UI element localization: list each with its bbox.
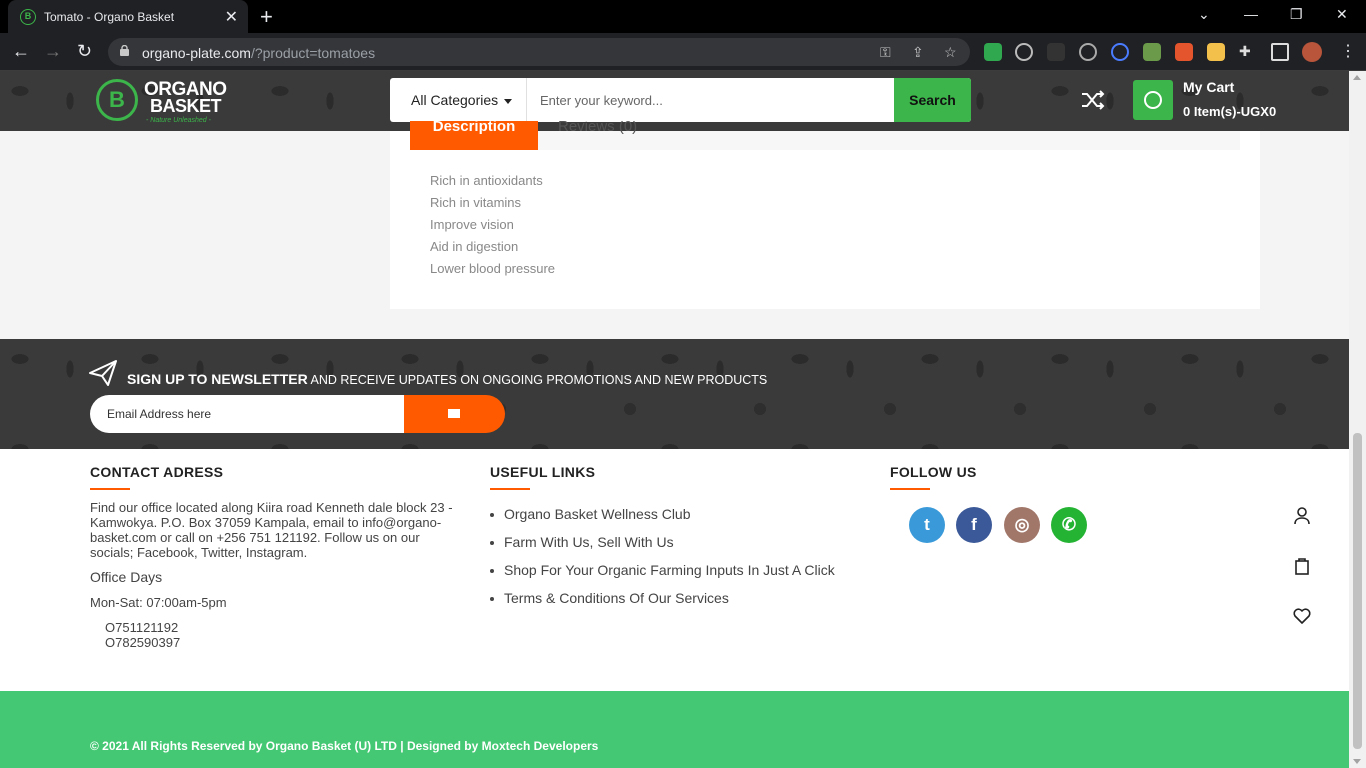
profile-avatar[interactable] bbox=[1302, 42, 1322, 62]
back-icon[interactable]: ← bbox=[12, 41, 30, 62]
search-bar: All Categories Search bbox=[390, 78, 971, 122]
footer-link-wellness-club[interactable]: Organo Basket Wellness Club bbox=[490, 506, 835, 534]
scroll-up-icon[interactable] bbox=[1353, 75, 1361, 80]
logo-b-icon: B bbox=[96, 79, 138, 121]
cart-title[interactable]: My Cart bbox=[1183, 79, 1234, 95]
tab-title: Tomato - Organo Basket bbox=[44, 10, 175, 24]
category-dropdown[interactable]: All Categories bbox=[390, 78, 527, 122]
site-favicon-icon: B bbox=[20, 9, 36, 25]
new-tab-icon[interactable]: + bbox=[260, 4, 273, 30]
contact-address: Find our office located along Kiira road… bbox=[90, 500, 453, 560]
newsletter-section: SIGN UP TO NEWSLETTER AND RECEIVE UPDATE… bbox=[0, 339, 1349, 449]
extension-shield-icon[interactable] bbox=[984, 43, 1002, 61]
tab-search-icon[interactable]: ⌄ bbox=[1198, 6, 1210, 23]
extension-note-icon[interactable] bbox=[1207, 43, 1225, 61]
newsletter-title: SIGN UP TO NEWSLETTER AND RECEIVE UPDATE… bbox=[127, 371, 768, 387]
scrollbar-thumb[interactable] bbox=[1353, 433, 1362, 749]
wishlist-heart-icon[interactable] bbox=[1292, 606, 1312, 626]
footer-link-terms[interactable]: Terms & Conditions Of Our Services bbox=[490, 590, 835, 618]
useful-links-list: Organo Basket Wellness Club Farm With Us… bbox=[490, 506, 835, 618]
heading-underline bbox=[490, 488, 530, 490]
twitter-icon[interactable]: t bbox=[909, 507, 945, 543]
extension-target-icon[interactable] bbox=[1079, 43, 1097, 61]
useful-links-heading: USEFUL LINKS bbox=[490, 464, 596, 480]
site-header: B ORGANO BASKET - Nature Unleashed - All… bbox=[0, 71, 1349, 131]
bookmark-star-icon[interactable]: ☆ bbox=[944, 44, 957, 61]
heading-underline bbox=[890, 488, 930, 490]
footer-link-farm-with-us[interactable]: Farm With Us, Sell With Us bbox=[490, 534, 835, 562]
copyright-bar: © 2021 All Rights Reserved by Organo Bas… bbox=[0, 691, 1349, 768]
newsletter-submit-button[interactable] bbox=[404, 395, 505, 433]
list-item: Rich in vitamins bbox=[430, 195, 522, 210]
minimize-icon[interactable]: — bbox=[1244, 6, 1258, 22]
address-bar[interactable]: organo-plate.com/?product=tomatoes ⚿ ⇪ ☆ bbox=[108, 38, 970, 66]
url-text: organo-plate.com/?product=tomatoes bbox=[142, 45, 376, 61]
forward-icon[interactable]: → bbox=[44, 41, 62, 62]
extension-react-icon[interactable] bbox=[1015, 43, 1033, 61]
browser-tab[interactable]: B Tomato - Organo Basket ✕ bbox=[8, 0, 248, 33]
site-logo[interactable]: B ORGANO BASKET - Nature Unleashed - bbox=[96, 79, 236, 124]
office-days-label: Office Days bbox=[90, 569, 163, 585]
search-input[interactable] bbox=[540, 78, 880, 122]
browser-toolbar: ← → ↻ organo-plate.com/?product=tomatoes… bbox=[0, 33, 1366, 71]
shuffle-compare-icon[interactable] bbox=[1080, 87, 1106, 113]
site-footer: CONTACT ADRESS Find our office located a… bbox=[0, 449, 1349, 691]
list-item: Aid in digestion bbox=[430, 239, 519, 254]
product-tabs: Description Reviews (0) bbox=[410, 121, 1240, 150]
whatsapp-icon[interactable]: ✆ bbox=[1051, 507, 1087, 543]
list-item: Lower blood pressure bbox=[430, 261, 556, 276]
phone-number: O751121192 bbox=[105, 620, 179, 635]
extension-color-icon[interactable] bbox=[1143, 43, 1161, 61]
key-icon[interactable]: ⚿ bbox=[880, 44, 891, 61]
benefits-list: Rich in antioxidants Rich in vitamins Im… bbox=[430, 173, 555, 283]
follow-us-heading: FOLLOW US bbox=[890, 464, 977, 480]
paper-plane-icon bbox=[89, 360, 117, 386]
lock-icon bbox=[120, 45, 129, 56]
list-item: Improve vision bbox=[430, 217, 514, 232]
instagram-icon[interactable]: ◎ bbox=[1004, 507, 1040, 543]
close-tab-icon[interactable]: ✕ bbox=[225, 7, 238, 27]
search-button[interactable]: Search bbox=[894, 78, 971, 122]
user-account-icon[interactable] bbox=[1292, 506, 1312, 526]
page-scrollbar[interactable] bbox=[1349, 71, 1366, 768]
category-label: All Categories bbox=[411, 92, 499, 108]
page-viewport: B ORGANO BASKET - Nature Unleashed - All… bbox=[0, 71, 1349, 768]
product-details-card: Description Reviews (0) Rich in antioxid… bbox=[390, 121, 1260, 309]
copyright-text: © 2021 All Rights Reserved by Organo Bas… bbox=[90, 739, 599, 753]
tab-description[interactable]: Description bbox=[410, 121, 538, 150]
contact-heading: CONTACT ADRESS bbox=[90, 464, 224, 480]
caret-down-icon bbox=[504, 98, 513, 104]
heading-underline bbox=[90, 488, 130, 490]
extension-rocket-icon[interactable] bbox=[1175, 43, 1193, 61]
envelope-icon bbox=[448, 409, 460, 418]
side-panel-icon[interactable] bbox=[1271, 43, 1289, 61]
reload-icon[interactable]: ↻ bbox=[77, 41, 92, 62]
extension-gear-icon[interactable] bbox=[1111, 43, 1129, 61]
logo-text-bottom: BASKET bbox=[150, 96, 222, 116]
close-window-icon[interactable]: ✕ bbox=[1336, 6, 1348, 23]
logo-tagline: - Nature Unleashed - bbox=[146, 117, 211, 124]
maximize-icon[interactable]: ❐ bbox=[1290, 6, 1303, 23]
scroll-down-icon[interactable] bbox=[1353, 759, 1361, 764]
shopping-bag-icon[interactable] bbox=[1292, 556, 1312, 576]
cart-icon bbox=[1144, 91, 1162, 109]
phone-number: O782590397 bbox=[105, 635, 181, 650]
cart-button[interactable] bbox=[1133, 80, 1173, 120]
newsletter-email-input[interactable] bbox=[90, 395, 406, 433]
tab-reviews[interactable]: Reviews (0) bbox=[558, 121, 637, 140]
phone-numbers: O751121192 O782590397 bbox=[105, 620, 180, 650]
list-item: Rich in antioxidants bbox=[430, 173, 543, 188]
extensions-puzzle-icon[interactable]: ✚ bbox=[1239, 43, 1257, 61]
cart-summary[interactable]: 0 Item(s)-UGX0 bbox=[1183, 104, 1276, 119]
browser-menu-icon[interactable]: ⋮ bbox=[1340, 41, 1356, 61]
extension-box-icon[interactable] bbox=[1047, 43, 1065, 61]
facebook-icon[interactable]: f bbox=[956, 507, 992, 543]
footer-link-farming-inputs[interactable]: Shop For Your Organic Farming Inputs In … bbox=[490, 562, 835, 590]
share-icon[interactable]: ⇪ bbox=[912, 44, 924, 61]
office-hours: Mon-Sat: 07:00am-5pm bbox=[90, 595, 227, 610]
browser-tab-bar: B Tomato - Organo Basket ✕ + ⌄ — ❐ ✕ bbox=[0, 0, 1366, 33]
